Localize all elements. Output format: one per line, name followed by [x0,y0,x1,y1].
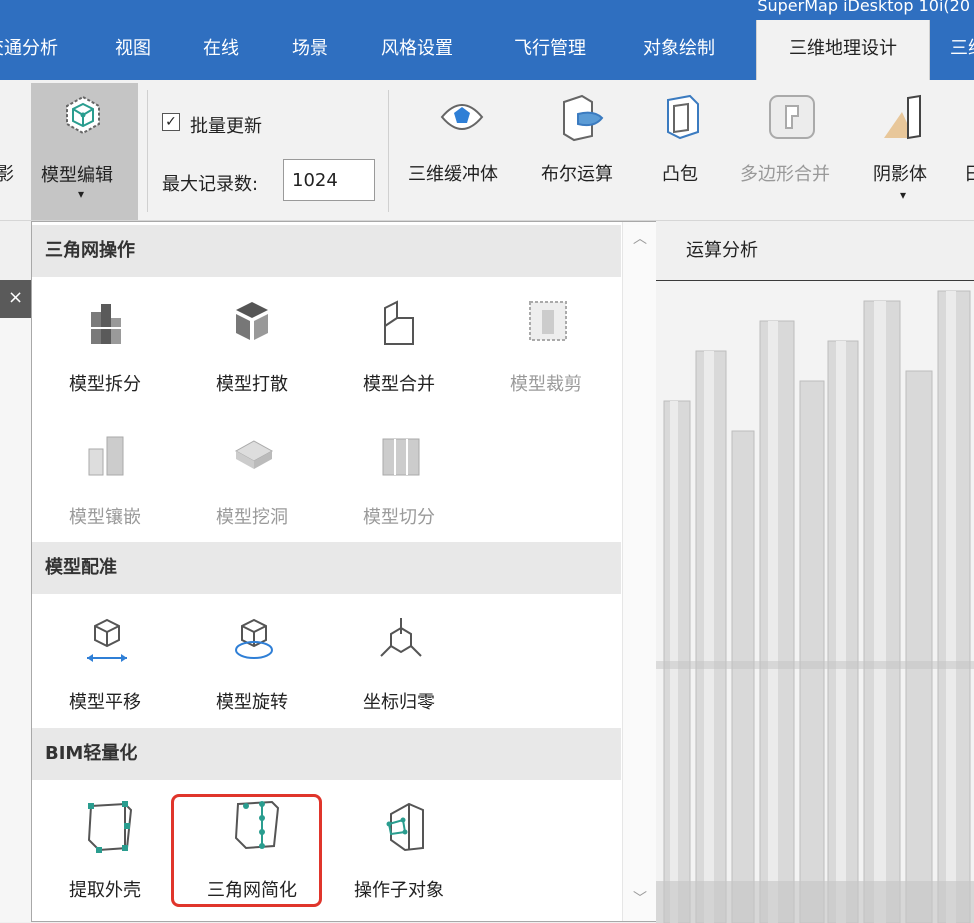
tab-3d-geodesign[interactable]: 三维地理设计 [756,20,930,80]
ribbon-tab-bar: 交通分析 视图 在线 场景 风格设置 飞行管理 对象绘制 三维地理设计 三维 [0,20,974,80]
model-edit-dropdown: 三角网操作 模型拆分 模型打散 模型合并 模型裁剪 模型镶嵌 模型挖洞 模型切分… [31,221,656,922]
section-header-bim-lightweight: BIM轻量化 [32,728,621,780]
app-title: SuperMap iDesktop 10i(20 [757,0,970,15]
ribbon-divider [147,90,148,212]
extract-shell-icon [87,801,133,853]
scene-viewport[interactable] [656,280,974,923]
tab-object-drawing[interactable]: 对象绘制 [643,20,715,80]
max-records-input[interactable]: 1024 [283,159,375,201]
model-translate-icon [87,618,127,662]
buffer-icon [440,104,484,130]
close-icon[interactable]: × [0,280,31,318]
model-mosaic-button[interactable]: 模型镶嵌 [35,427,175,537]
model-split-icon [89,304,123,344]
model-edit-icon [66,95,100,135]
convex-hull-icon [667,94,699,140]
ribbon-divider [388,90,389,212]
section-header-mesh-operations: 三角网操作 [32,225,621,277]
model-rotate-button[interactable]: 模型旋转 [182,612,322,722]
max-records-label: 最大记录数: [162,174,259,195]
model-rotate-icon [235,618,273,659]
model-cut-icon [382,438,420,476]
scroll-up-icon[interactable]: ︿ [633,228,647,248]
coordinate-zero-icon [380,618,422,657]
model-cut-button[interactable]: 模型切分 [329,427,469,537]
city-buildings-render [656,281,974,923]
tab-online[interactable]: 在线 [203,20,239,80]
boolean-icon [563,94,604,142]
batch-update-label: 批量更新 [190,116,262,137]
model-clip-icon [529,301,567,341]
tab-flight-management[interactable]: 飞行管理 [514,20,586,80]
polygon-merge-icon [769,95,815,139]
tab-traffic-analysis[interactable]: 交通分析 [0,20,58,80]
highlight-box [171,794,322,907]
chevron-down-icon: ▾ [900,188,907,202]
ribbon-partial-label: 影 [0,164,14,185]
group-label-operation-analysis: 运算分析 [686,240,758,261]
left-panel-strip [0,280,31,922]
chevron-down-icon: ▾ [78,187,85,201]
tab-3d-more[interactable]: 三维 [950,20,974,80]
dropdown-scrollbar[interactable]: ︿ ﹀ [622,222,656,921]
model-clip-button[interactable]: 模型裁剪 [476,292,616,402]
model-edit-button[interactable]: 模型编辑 ▾ [31,83,138,220]
section-header-model-registration: 模型配准 [32,542,621,594]
sub-object-icon [386,802,424,852]
model-explode-button[interactable]: 模型打散 [182,292,322,402]
coordinate-zero-button[interactable]: 坐标归零 [329,612,469,722]
model-edit-label: 模型编辑 [41,165,113,186]
model-translate-button[interactable]: 模型平移 [35,612,175,722]
model-merge-icon [384,300,414,345]
model-merge-button[interactable]: 模型合并 [329,292,469,402]
model-hole-icon [234,440,274,469]
model-mosaic-icon [88,436,124,476]
title-bar: SuperMap iDesktop 10i(20 [0,0,974,20]
tab-style-settings[interactable]: 风格设置 [381,20,453,80]
ribbon-partial-button-label[interactable]: 日 [964,160,974,186]
extract-shell-button[interactable]: 提取外壳 [35,796,175,906]
shadow-volume-icon [884,94,921,140]
batch-update-checkbox[interactable]: ✓ [162,113,180,131]
scroll-down-icon[interactable]: ﹀ [633,888,647,908]
operate-sub-object-button[interactable]: 操作子对象 [329,796,469,906]
model-split-button[interactable]: 模型拆分 [35,292,175,402]
model-explode-icon [236,302,268,340]
model-hole-button[interactable]: 模型挖洞 [182,427,322,537]
tab-view[interactable]: 视图 [115,20,151,80]
tab-scene[interactable]: 场景 [292,20,328,80]
